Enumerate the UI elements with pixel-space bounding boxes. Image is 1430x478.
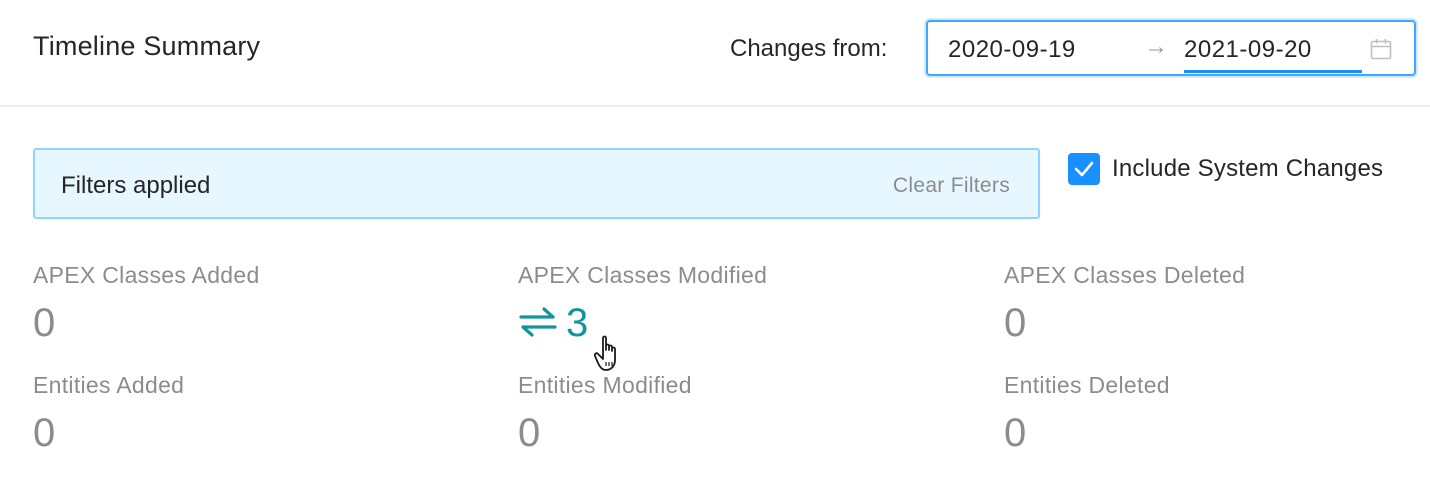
stat-apex-classes-deleted: APEX Classes Deleted 0 <box>1004 262 1245 343</box>
filters-applied-alert: Filters applied Clear Filters <box>33 148 1040 219</box>
stat-entities-deleted: Entities Deleted 0 <box>1004 372 1170 453</box>
page-header: Timeline Summary Changes from: 2020-09-1… <box>0 0 1430 107</box>
stat-value: 0 <box>518 411 541 455</box>
stat-title: APEX Classes Deleted <box>1004 262 1246 288</box>
range-active-indicator <box>1184 70 1362 73</box>
filters-applied-text: Filters applied <box>61 172 211 199</box>
include-system-changes-checkbox[interactable] <box>1068 153 1100 185</box>
stat-value: 0 <box>1004 301 1027 345</box>
clear-filters-link[interactable]: Clear Filters <box>893 174 1010 198</box>
checkmark-icon <box>1074 161 1094 177</box>
stat-title: Entities Modified <box>518 372 692 398</box>
stat-entities-modified: Entities Modified 0 <box>518 372 692 453</box>
range-separator-arrow-icon: → <box>1144 33 1168 60</box>
stat-apex-classes-modified[interactable]: APEX Classes Modified 3 <box>518 262 767 343</box>
stat-title: APEX Classes Modified <box>518 262 768 288</box>
stat-value: 0 <box>33 411 56 455</box>
stat-value-link[interactable]: 3 <box>518 303 767 343</box>
stat-value: 0 <box>1004 411 1027 455</box>
stat-value: 0 <box>33 301 56 345</box>
stat-title: Entities Deleted <box>1004 372 1170 398</box>
stat-title: APEX Classes Added <box>33 262 260 288</box>
range-start-input[interactable]: 2020-09-19 <box>948 36 1076 64</box>
range-end-input[interactable]: 2021-09-20 <box>1184 36 1312 64</box>
stat-value[interactable]: 3 <box>566 301 588 345</box>
hand-pointer-cursor-icon <box>594 335 616 371</box>
date-range-picker[interactable]: 2020-09-19 → 2021-09-20 <box>926 20 1416 76</box>
stat-apex-classes-added: APEX Classes Added 0 <box>33 262 260 343</box>
swap-arrows-icon <box>519 307 557 338</box>
calendar-icon[interactable] <box>1369 37 1393 61</box>
changes-from-label: Changes from: <box>730 35 888 62</box>
stat-entities-added: Entities Added 0 <box>33 372 184 453</box>
stat-title: Entities Added <box>33 372 185 398</box>
page-title: Timeline Summary <box>33 31 261 61</box>
include-system-changes-label[interactable]: Include System Changes <box>1112 155 1383 183</box>
